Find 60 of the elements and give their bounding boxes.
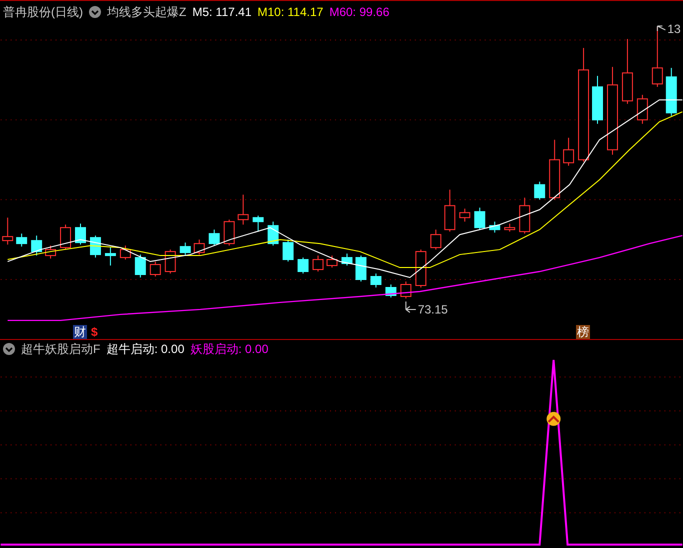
candlestick — [194, 239, 205, 256]
candlestick — [415, 249, 426, 288]
candlestick — [474, 207, 486, 230]
candlestick — [282, 239, 294, 262]
legend-value: M60: 99.66 — [329, 4, 390, 21]
candlestick — [31, 235, 42, 256]
up-chevron-icon — [546, 412, 561, 426]
candlestick — [90, 235, 101, 258]
candlestick — [326, 255, 338, 268]
candlestick — [666, 67, 677, 116]
candlestick — [370, 273, 382, 288]
legend-value: 妖股启动: 0.00 — [190, 341, 268, 358]
candlestick — [16, 233, 28, 248]
candlestick — [459, 208, 470, 222]
candlestick — [400, 280, 412, 299]
candlestick — [489, 221, 500, 234]
low-price-label: 73.15 — [418, 302, 448, 316]
candlestick — [45, 245, 56, 260]
candlestick — [563, 137, 574, 166]
arrow-icon — [405, 300, 416, 313]
chevron-down-icon[interactable] — [89, 6, 101, 18]
candlestick — [224, 219, 235, 246]
candlestick — [592, 75, 603, 124]
candlestick — [519, 197, 530, 234]
candlestick — [180, 242, 191, 256]
candlestick — [355, 255, 366, 282]
candlestick — [150, 261, 161, 277]
stock-title: 普冉股份(日线) — [3, 4, 83, 21]
marker-badge[interactable]: 榜 — [576, 325, 590, 340]
candlestick — [238, 194, 249, 226]
candlestick — [252, 215, 264, 232]
candlestick — [504, 223, 516, 232]
candlestick — [120, 245, 131, 260]
indicator-name: 超牛妖股启动F — [21, 341, 100, 358]
candlestick — [75, 223, 86, 246]
candlestick — [534, 181, 546, 200]
candlestick — [208, 229, 220, 246]
candlestick — [444, 189, 456, 232]
candlestick — [549, 139, 560, 200]
candlestick — [104, 247, 116, 266]
candlestick — [60, 224, 72, 250]
candlestick — [430, 229, 442, 250]
chevron-down-icon[interactable] — [3, 343, 15, 356]
legend-value: M5: 117.41 — [192, 4, 252, 21]
marker-badge[interactable]: $ — [90, 325, 99, 340]
legend-value: 超牛启动: 0.00 — [106, 341, 184, 358]
candlestick — [268, 221, 279, 246]
candlestick — [312, 255, 324, 272]
indicator-name: 均线多头起爆Z — [107, 4, 186, 21]
candlestick — [622, 38, 633, 104]
candlestick — [134, 254, 146, 278]
candlestick — [298, 257, 309, 274]
candlestick — [636, 94, 648, 124]
marker-badge[interactable]: 财 — [73, 325, 87, 340]
legend-value: M10: 114.17 — [258, 4, 324, 21]
candlestick — [164, 249, 176, 274]
arrow-icon — [656, 25, 666, 32]
candlestick — [342, 253, 352, 266]
candlestick — [385, 284, 396, 298]
high-price-label: 13 — [667, 22, 681, 36]
